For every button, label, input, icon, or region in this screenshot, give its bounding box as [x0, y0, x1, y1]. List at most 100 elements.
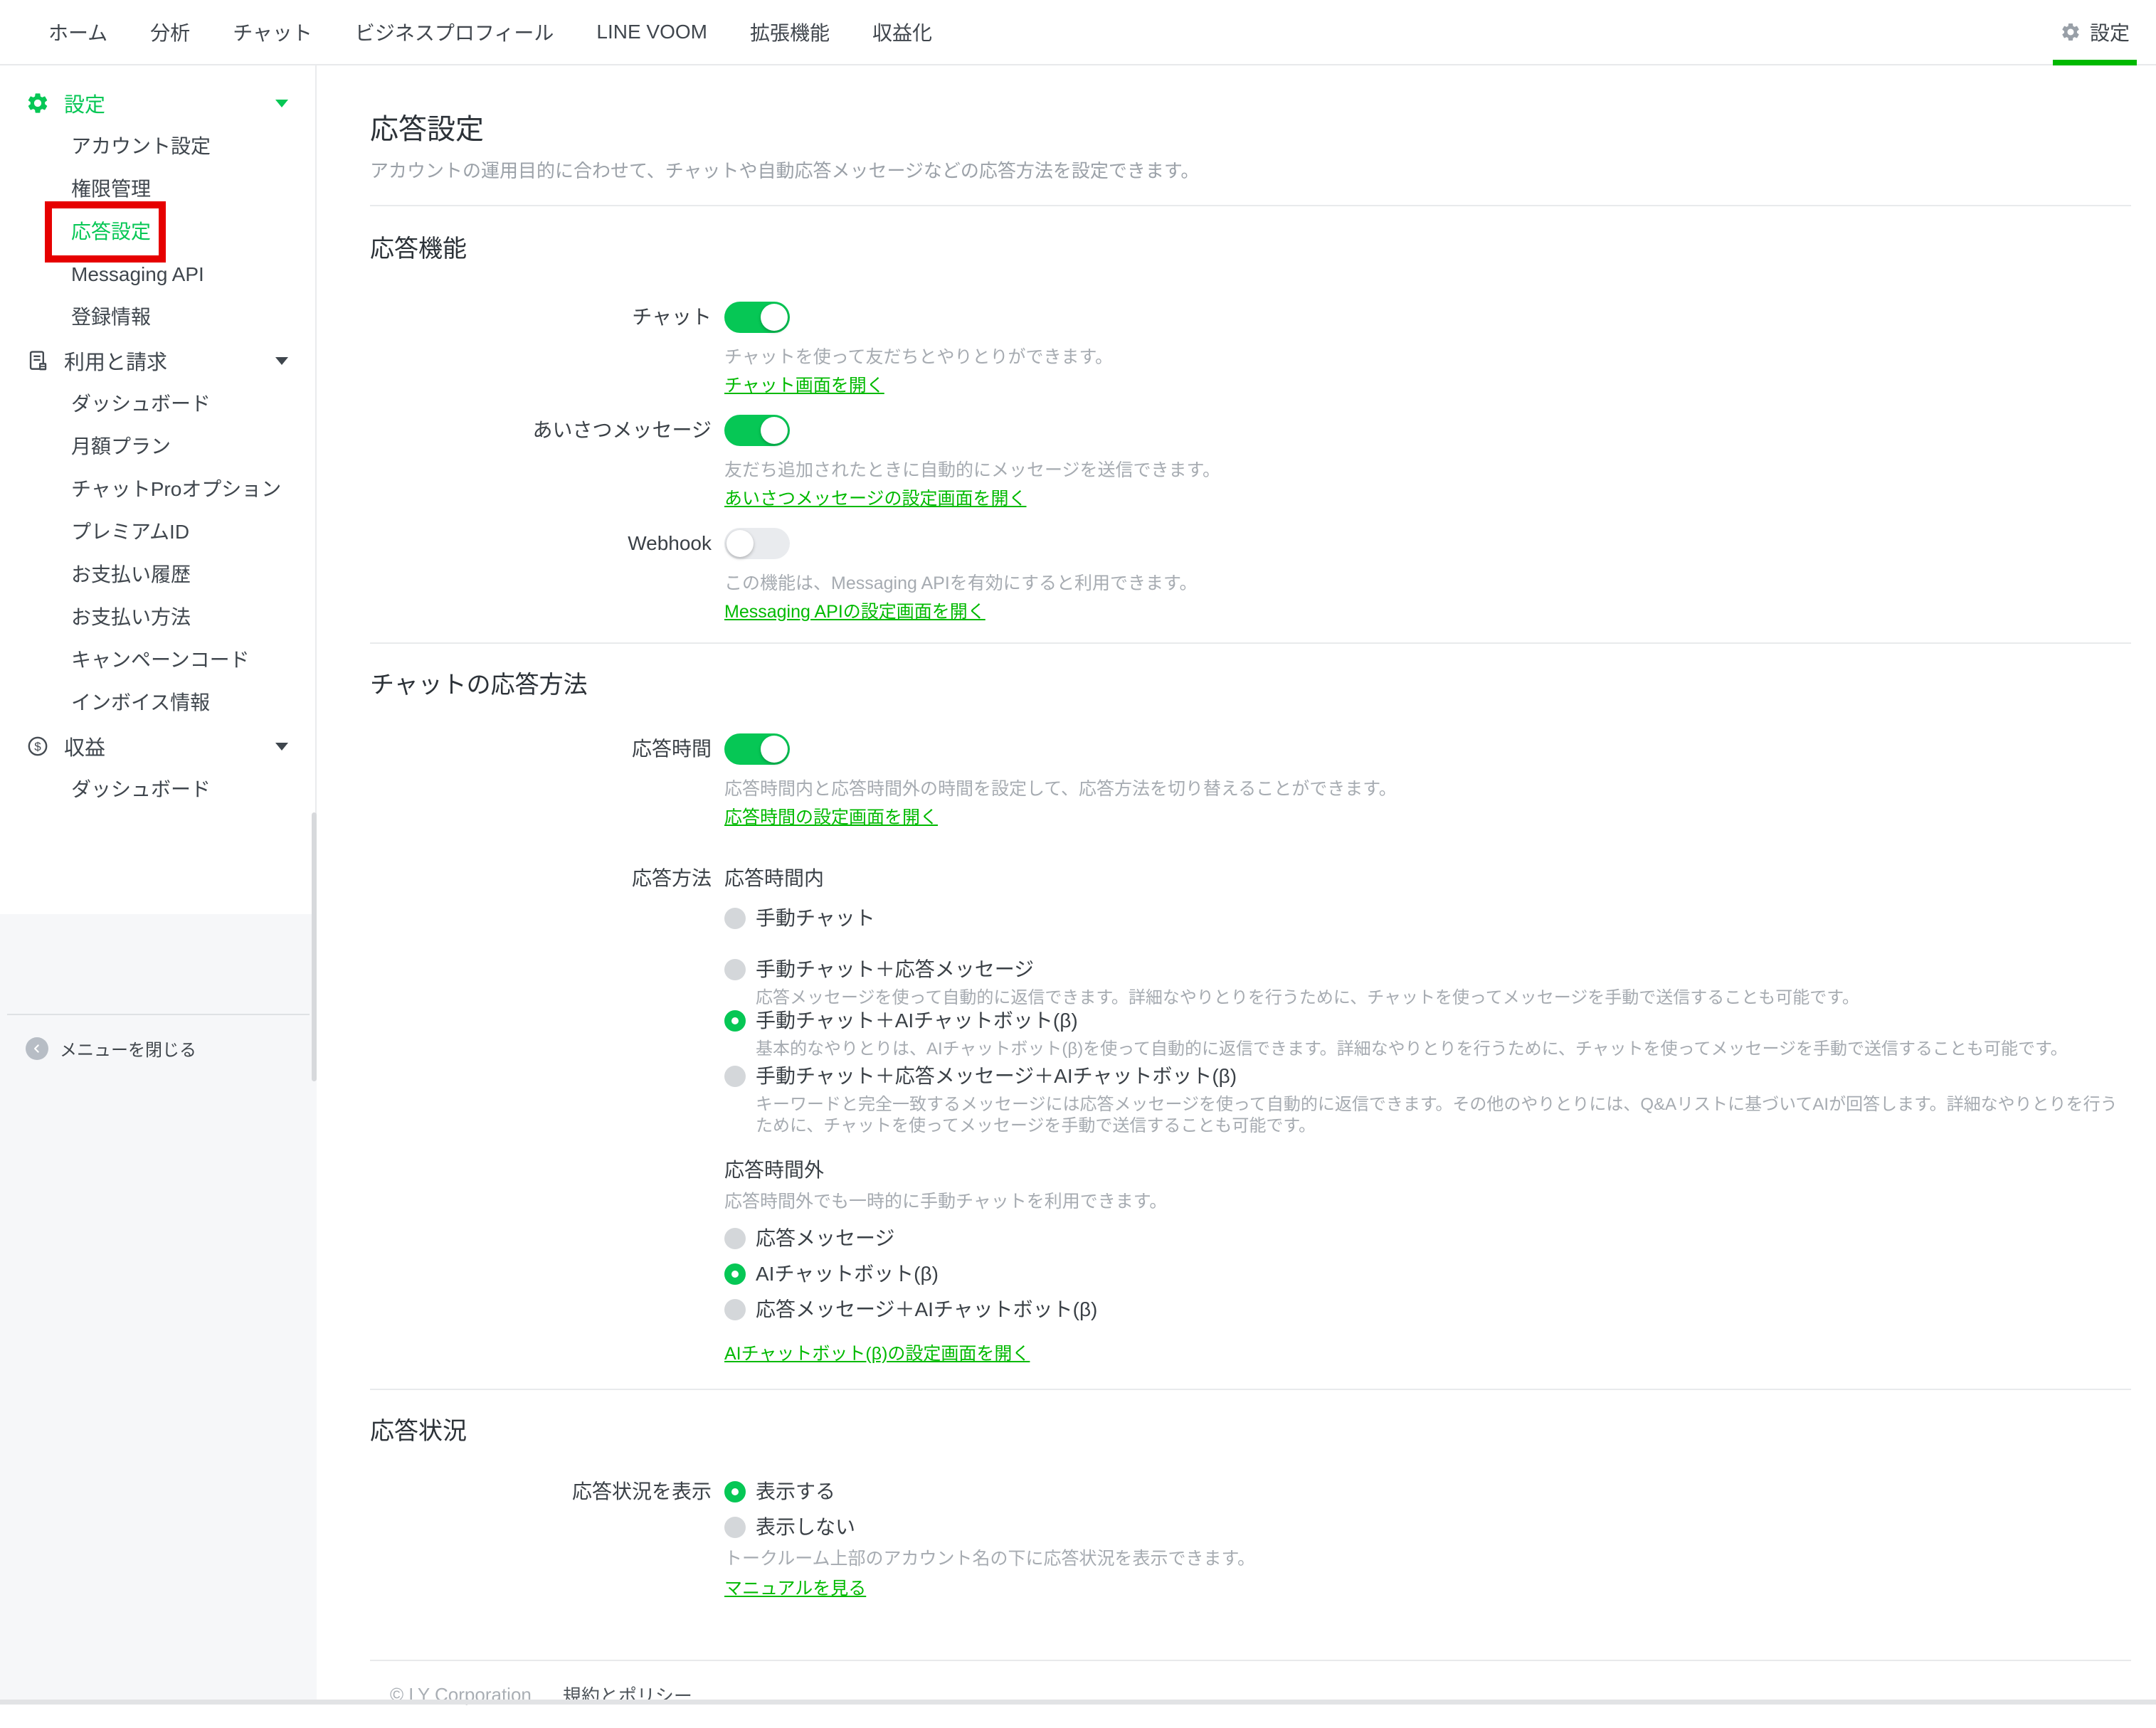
sidebar-item-payment-method[interactable]: お支払い方法 [0, 596, 315, 639]
sidebar-item-monthly-plan[interactable]: 月額プラン [0, 425, 315, 468]
field-description: チャットを使って友だちとやりとりができます。 [724, 345, 2131, 369]
sidebar-item-campaign-code[interactable]: キャンペーンコード [0, 639, 315, 682]
nav-tab-settings[interactable]: 設定 [2053, 0, 2137, 64]
chat-toggle[interactable] [724, 302, 790, 333]
open-chat-screen-link[interactable]: チャット画面を開く [724, 373, 884, 398]
in-hours-heading: 応答時間内 [724, 866, 2131, 891]
radio-icon[interactable] [724, 1517, 746, 1538]
toggle-knob [726, 530, 754, 557]
radio-reply-message[interactable]: 応答メッセージ [724, 1226, 2131, 1251]
page-description: アカウントの運用目的に合わせて、チャットや自動応答メッセージなどの応答方法を設定… [370, 158, 2131, 184]
sidebar-item-invoice-info[interactable]: インボイス情報 [0, 682, 315, 724]
field-description: 友だち追加されたときに自動的にメッセージを送信できます。 [724, 458, 2131, 482]
response-hours-settings-link[interactable]: 応答時間の設定画面を開く [724, 805, 938, 829]
sidebar-item-revenue-dashboard[interactable]: ダッシュボード [0, 768, 315, 811]
field-label: 応答状況を表示 [370, 1480, 712, 1601]
nav-item-line-voom[interactable]: LINE VOOM [596, 21, 707, 43]
greeting-settings-link[interactable]: あいさつメッセージの設定画面を開く [724, 487, 1027, 511]
nav-item-extensions[interactable]: 拡張機能 [750, 18, 830, 46]
sidebar-menu-panel: 設定 アカウント設定 権限管理 応答設定 Messaging API 登録情報 … [0, 65, 317, 914]
toggle-knob [761, 304, 788, 331]
toggle-knob [761, 417, 788, 444]
field-label: 応答時間 [370, 733, 712, 829]
radio-label: 手動チャット＋応答メッセージ [756, 958, 1034, 982]
invoice-icon [26, 349, 50, 373]
radio-manual-chat[interactable]: 手動チャット [724, 906, 2131, 931]
svg-text:$: $ [34, 740, 41, 753]
active-tab-indicator [2053, 60, 2137, 65]
horizontal-scrollbar-track[interactable] [0, 1700, 2156, 1705]
main-content: 応答設定 アカウントの運用目的に合わせて、チャットや自動応答メッセージなどの応答… [317, 65, 2156, 1705]
sidebar-item-payment-history[interactable]: お支払い履歴 [0, 553, 315, 596]
nav-item-chat[interactable]: チャット [233, 18, 312, 46]
close-menu-button[interactable]: メニューを閉じる [26, 1036, 196, 1061]
chevron-down-icon [275, 743, 288, 751]
radio-label: 手動チャット＋応答メッセージ＋AIチャットボット(β) [756, 1064, 1237, 1088]
radio-hide-status[interactable]: 表示しない [724, 1515, 2131, 1539]
close-menu-label: メニューを閉じる [60, 1036, 196, 1061]
sidebar-item-account-settings[interactable]: アカウント設定 [0, 125, 315, 168]
page-title: 応答設定 [370, 110, 2131, 149]
chevron-left-icon [26, 1037, 48, 1060]
radio-icon[interactable] [724, 1299, 746, 1320]
status-description: トークルーム上部のアカウント名の下に応答状況を表示できます。 [724, 1547, 2131, 1571]
sidebar-section-billing[interactable]: 利用と請求 [0, 339, 315, 383]
sidebar-section-label: 利用と請求 [64, 346, 261, 376]
greeting-toggle[interactable] [724, 415, 790, 446]
manual-link[interactable]: マニュアルを見る [724, 1576, 866, 1601]
nav-item-analytics[interactable]: 分析 [150, 18, 190, 46]
radio-icon[interactable] [724, 1066, 746, 1087]
radio-icon[interactable] [724, 1481, 746, 1502]
section-divider [370, 1389, 2131, 1390]
response-hours-toggle[interactable] [724, 733, 790, 765]
section-heading-features: 応答機能 [370, 232, 2131, 266]
section-heading-status: 応答状況 [370, 1414, 2131, 1448]
radio-reply-plus-ai[interactable]: 応答メッセージ＋AIチャットボット(β) [724, 1298, 2131, 1322]
radio-label: 手動チャット＋AIチャットボット(β) [756, 1009, 1078, 1033]
sidebar-section-settings[interactable]: 設定 [0, 81, 315, 125]
sidebar-section-revenue[interactable]: $ 収益 [0, 724, 315, 768]
top-navigation: ホーム 分析 チャット ビジネスプロフィール LINE VOOM 拡張機能 収益… [0, 0, 2156, 65]
nav-item-business-profile[interactable]: ビジネスプロフィール [355, 18, 554, 46]
sidebar-section-label: 収益 [64, 731, 261, 761]
chevron-down-icon [275, 357, 288, 365]
radio-label: 手動チャット [756, 906, 875, 931]
nav-item-monetization[interactable]: 収益化 [872, 18, 932, 46]
sidebar-item-premium-id[interactable]: プレミアムID [0, 511, 315, 553]
sidebar-divider [7, 1014, 310, 1015]
radio-label: 応答メッセージ [756, 1226, 894, 1251]
radio-icon[interactable] [724, 1263, 746, 1285]
sidebar-item-billing-dashboard[interactable]: ダッシュボード [0, 383, 315, 425]
sidebar-scrollbar[interactable] [312, 812, 317, 1081]
form-row-response-hours: 応答時間 応答時間内と応答時間外の時間を設定して、応答方法を切り替えることができ… [370, 733, 2131, 829]
radio-icon[interactable] [724, 1228, 746, 1249]
sidebar-item-response-settings[interactable]: 応答設定 [0, 211, 315, 253]
sidebar-item-messaging-api[interactable]: Messaging API [0, 253, 315, 296]
messaging-api-settings-link[interactable]: Messaging APIの設定画面を開く [724, 600, 985, 624]
sidebar-item-permissions[interactable]: 権限管理 [0, 168, 315, 211]
section-divider [370, 205, 2131, 206]
field-label: チャット [370, 302, 712, 398]
sidebar-item-registration-info[interactable]: 登録情報 [0, 296, 315, 339]
radio-label: 表示する [756, 1480, 835, 1504]
radio-icon[interactable] [724, 1010, 746, 1032]
section-heading-chat-method: チャットの応答方法 [370, 668, 2131, 702]
chevron-down-icon [275, 100, 288, 107]
radio-icon[interactable] [724, 959, 746, 980]
radio-description: キーワードと完全一致するメッセージには応答メッセージを使って自動的に返信できます… [756, 1094, 2131, 1137]
webhook-toggle[interactable] [724, 528, 790, 559]
radio-manual-reply-ai[interactable]: 手動チャット＋応答メッセージ＋AIチャットボット(β) [724, 1064, 2131, 1088]
radio-manual-plus-reply[interactable]: 手動チャット＋応答メッセージ [724, 958, 2131, 982]
radio-label: 表示しない [756, 1515, 855, 1539]
radio-ai-chatbot[interactable]: AIチャットボット(β) [724, 1262, 2131, 1286]
ai-chatbot-settings-link[interactable]: AIチャットボット(β)の設定画面を開く [724, 1342, 1030, 1366]
form-row-status-display: 応答状況を表示 表示する 表示しない トークルーム上部のアカウント名の下に応答状… [370, 1480, 2131, 1601]
radio-manual-plus-ai[interactable]: 手動チャット＋AIチャットボット(β) [724, 1009, 2131, 1033]
nav-item-home[interactable]: ホーム [48, 18, 107, 46]
radio-show-status[interactable]: 表示する [724, 1480, 2131, 1504]
field-label: 応答方法 [370, 866, 712, 1366]
section-divider [370, 642, 2131, 644]
radio-icon[interactable] [724, 908, 746, 929]
sidebar-item-chat-pro-option[interactable]: チャットProオプション [0, 468, 315, 511]
form-row-response-method: 応答方法 応答時間内 手動チャット 手動チャット＋応答メッセージ 応答メッセージ… [370, 866, 2131, 1366]
